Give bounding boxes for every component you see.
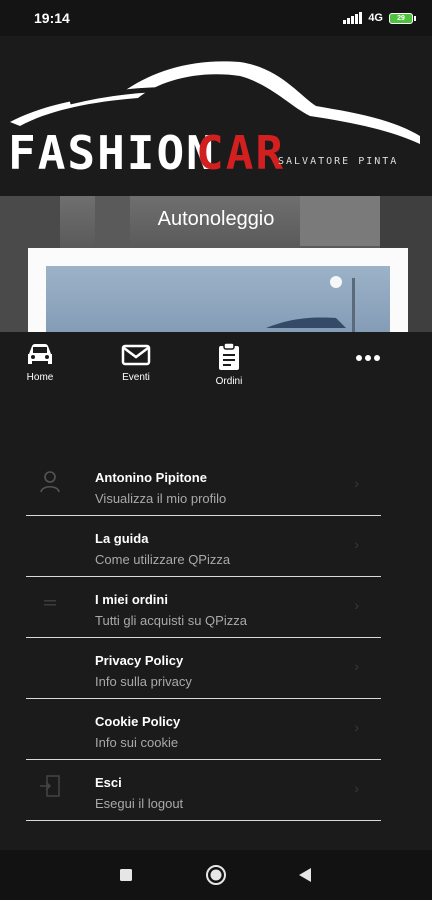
hero-banner: Autonoleggio	[0, 196, 432, 332]
envelope-icon	[121, 344, 151, 366]
tab-more[interactable]	[338, 354, 398, 362]
menu-item-guide[interactable]: La guida Come utilizzare QPizza ›	[26, 516, 381, 577]
network-type: 4G	[368, 12, 383, 24]
menu-item-subtitle: Come utilizzare QPizza	[95, 552, 231, 567]
page-title: Autonoleggio	[157, 208, 275, 230]
menu-item-subtitle: Info sui cookie	[95, 735, 179, 750]
car-icon	[28, 344, 52, 364]
logo-word-fashion: FASHION	[8, 126, 216, 180]
tab-label-eventi: Eventi	[122, 372, 150, 383]
menu-item-subtitle: Tutti gli acquisti su QPizza	[95, 613, 247, 628]
hero-card[interactable]	[28, 248, 408, 332]
signal-icon	[343, 12, 363, 24]
status-indicators: 4G 29	[343, 12, 416, 24]
battery-icon: 29	[389, 12, 416, 24]
home-button-icon[interactable]	[205, 864, 227, 886]
menu-item-title: I miei ordini	[95, 592, 168, 607]
tab-home[interactable]: Home	[10, 342, 70, 383]
status-time: 19:14	[34, 10, 70, 26]
menu-item-cookie[interactable]: Cookie Policy Info sui cookie ›	[26, 699, 381, 760]
menu-item-title: Privacy Policy	[95, 653, 184, 668]
logo-tagline: SALVATORE PINTA	[278, 156, 399, 167]
menu-item-title: Cookie Policy	[95, 714, 181, 729]
tab-label-home: Home	[26, 372, 54, 383]
chevron-right-icon: ›	[354, 719, 359, 735]
brand-logo: FASHION CAR SALVATORE PINTA	[0, 36, 432, 196]
menu-item-orders[interactable]: I miei ordini Tutti gli acquisti su QPiz…	[26, 577, 381, 638]
system-nav-bar	[0, 850, 432, 900]
side-menu: Antonino Pipitone Visualizza il mio prof…	[26, 455, 381, 821]
menu-item-title: Esci	[95, 775, 122, 790]
menu-item-profile[interactable]: Antonino Pipitone Visualizza il mio prof…	[26, 455, 381, 516]
back-icon[interactable]	[298, 867, 312, 883]
chevron-right-icon: ›	[354, 475, 359, 491]
menu-item-subtitle: Info sulla privacy	[95, 674, 192, 689]
chevron-right-icon: ›	[354, 658, 359, 674]
battery-level: 29	[389, 12, 413, 24]
more-icon	[356, 355, 380, 361]
menu-item-privacy[interactable]: Privacy Policy Info sulla privacy ›	[26, 638, 381, 699]
menu-item-subtitle: Visualizza il mio profilo	[95, 491, 227, 506]
tab-eventi[interactable]: Eventi	[106, 342, 166, 383]
status-bar: 19:14 4G 29	[0, 0, 432, 36]
menu-item-logout[interactable]: Esci Esegui il logout ›	[26, 760, 381, 821]
tab-label-ordini: Ordini	[215, 376, 243, 387]
menu-item-title: La guida	[95, 531, 149, 546]
tab-bar: Home Eventi Ordini	[0, 332, 432, 392]
chevron-right-icon: ›	[354, 780, 359, 796]
clipboard-icon	[219, 342, 239, 370]
chevron-right-icon: ›	[354, 597, 359, 613]
menu-item-title: Antonino Pipitone	[95, 470, 207, 485]
logout-icon	[40, 775, 60, 797]
chevron-right-icon: ›	[354, 536, 359, 552]
user-icon	[40, 471, 60, 493]
logo-word-car: CAR	[196, 126, 286, 180]
list-icon	[44, 600, 56, 606]
menu-item-subtitle: Esegui il logout	[95, 796, 184, 811]
recent-apps-icon[interactable]	[119, 868, 133, 882]
car-photo	[46, 266, 390, 332]
tab-ordini[interactable]: Ordini	[199, 342, 259, 387]
